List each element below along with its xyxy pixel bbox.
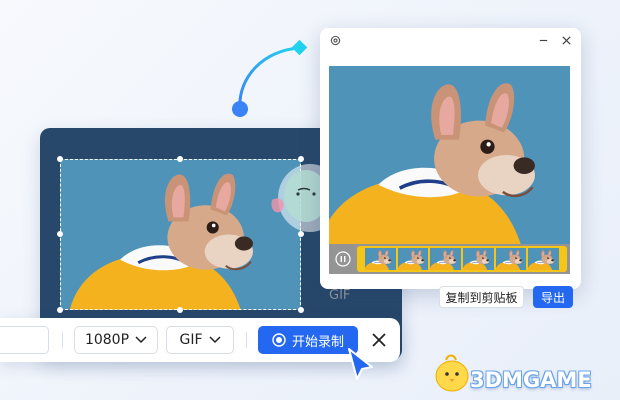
start-recording-label: 开始录制 xyxy=(291,334,344,350)
resize-handle[interactable] xyxy=(57,231,63,237)
resize-handle[interactable] xyxy=(57,307,63,313)
watermark-chick-icon xyxy=(435,354,469,392)
connector-start-dot xyxy=(232,101,248,117)
resolution-value: 1080P xyxy=(84,332,130,348)
preview-footer: GIF 复制到剪贴板 导出 xyxy=(320,252,581,308)
export-button[interactable]: 导出 xyxy=(533,286,573,308)
resize-handle[interactable] xyxy=(57,156,63,162)
connector-end-diamond xyxy=(291,39,308,56)
export-label: 导出 xyxy=(540,290,565,305)
chevron-down-icon xyxy=(208,336,221,344)
copy-to-clipboard-button[interactable]: 复制到剪贴板 xyxy=(439,286,524,308)
close-icon[interactable] xyxy=(371,332,387,348)
start-recording-button[interactable]: 开始录制 xyxy=(258,326,358,354)
toolbar-left-box[interactable] xyxy=(0,326,49,354)
preview-photo xyxy=(329,66,570,244)
preview-titlebar xyxy=(320,28,581,54)
minimize-icon[interactable] xyxy=(538,35,549,46)
format-dropdown[interactable]: GIF xyxy=(166,326,234,354)
gif-preview-window: GIF 复制到剪贴板 导出 xyxy=(320,28,581,308)
divider xyxy=(62,332,63,348)
record-icon xyxy=(272,333,286,347)
close-icon[interactable] xyxy=(561,35,572,46)
preview-format-label: GIF xyxy=(329,288,351,303)
resize-handle[interactable] xyxy=(177,307,183,313)
cursor-arrow-icon xyxy=(348,348,373,380)
resize-handle[interactable] xyxy=(177,156,183,162)
chevron-down-icon xyxy=(135,336,147,344)
recording-toolbar: 1080P GIF 开始录制 xyxy=(0,318,400,362)
settings-icon[interactable] xyxy=(330,35,341,46)
watermark-text: 3DMGAME xyxy=(470,368,592,392)
resolution-dropdown[interactable]: 1080P xyxy=(74,326,158,354)
copy-to-clipboard-label: 复制到剪贴板 xyxy=(445,290,518,305)
divider xyxy=(246,332,247,348)
format-value: GIF xyxy=(179,332,203,348)
resize-handle[interactable] xyxy=(298,307,304,313)
connector-curve xyxy=(232,39,308,117)
